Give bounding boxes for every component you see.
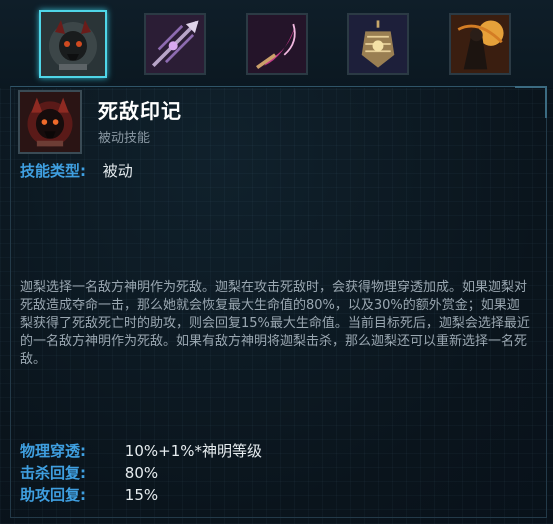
ability-slot-ultimate[interactable] xyxy=(449,13,511,75)
skill-subtitle: 被动技能 xyxy=(98,131,151,146)
skill-description: 迦梨选择一名敌方神明作为死敌。迦梨在攻击死敌时，会获得物理穿透加成。如果迦梨对死… xyxy=(20,280,530,367)
skill-type-row: 技能类型: 被动 xyxy=(20,160,133,181)
ability-slot-2[interactable] xyxy=(144,13,206,75)
stat-value: 80% xyxy=(124,464,159,482)
ability-slot-passive[interactable] xyxy=(39,10,107,78)
death-mark-skull-icon xyxy=(20,92,80,152)
panel-corner-decoration xyxy=(515,86,547,118)
stat-row: 击杀回复: 80% xyxy=(20,463,158,483)
skill-type-label: 技能类型: xyxy=(20,162,86,180)
death-mark-skull-icon xyxy=(41,12,105,76)
skill-name: 死敌印记 xyxy=(98,99,182,123)
ability-bar xyxy=(0,0,553,88)
stat-row: 助攻回复: 15% xyxy=(20,485,158,505)
ability-slot-3[interactable] xyxy=(246,13,308,75)
scythe-icon xyxy=(248,15,306,73)
skill-type-value: 被动 xyxy=(102,162,133,180)
stat-label: 物理穿透: xyxy=(20,442,86,460)
stat-label: 助攻回复: xyxy=(20,486,86,504)
crossbow-icon xyxy=(146,15,204,73)
stat-row: 物理穿透: 10%+1%*神明等级 xyxy=(20,441,262,461)
reaper-figure-icon xyxy=(451,15,509,73)
stat-value: 10%+1%*神明等级 xyxy=(124,442,262,460)
lantern-icon xyxy=(349,15,407,73)
stat-label: 击杀回复: xyxy=(20,464,86,482)
skill-detail-icon xyxy=(18,90,82,154)
ability-slot-4[interactable] xyxy=(347,13,409,75)
stat-value: 15% xyxy=(124,486,159,504)
